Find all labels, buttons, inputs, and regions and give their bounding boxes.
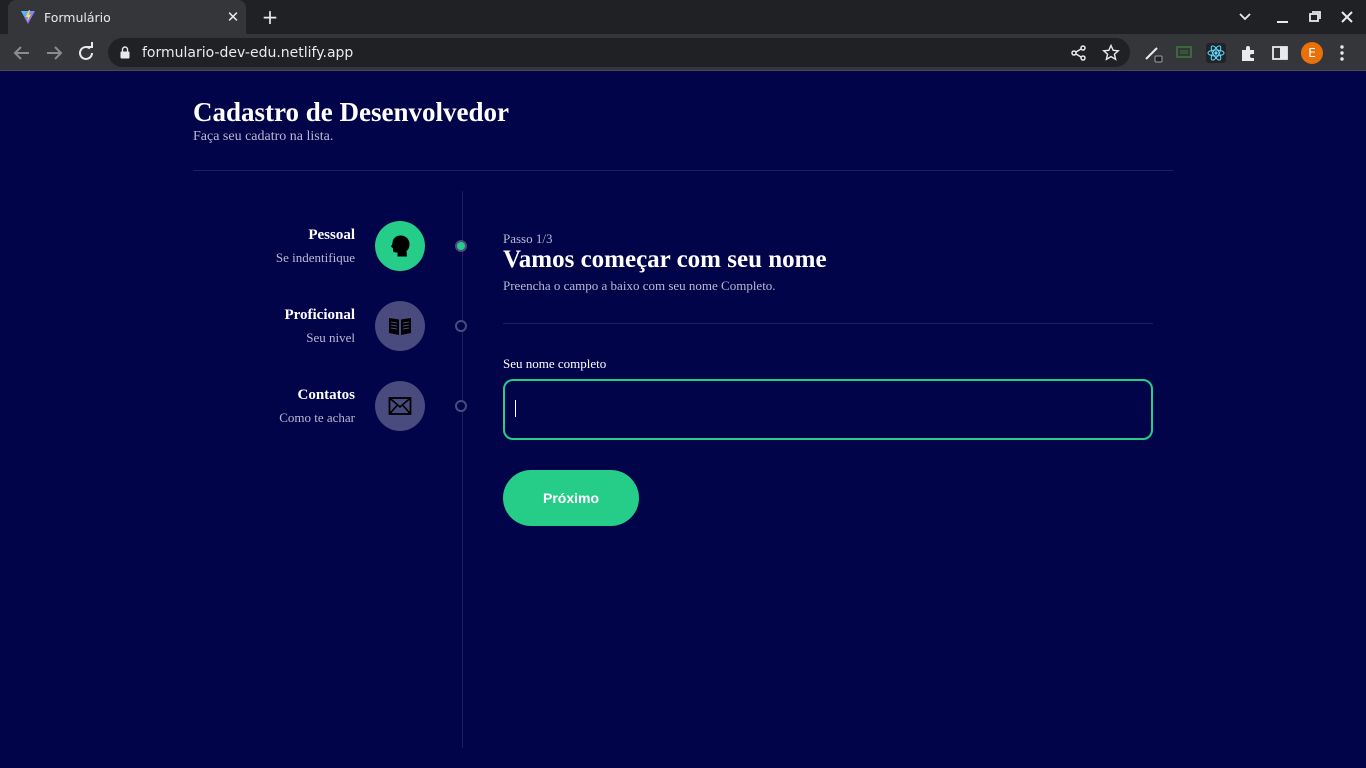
new-tab-icon[interactable]: + <box>258 6 282 28</box>
vite-favicon-icon <box>21 10 35 24</box>
form-title: Vamos começar com seu nome <box>503 246 827 273</box>
step-proficional[interactable]: Proficional Seu nivel <box>200 301 470 351</box>
tab-search-icon[interactable] <box>1234 7 1256 27</box>
steps-timeline-line <box>462 191 463 748</box>
pen-extension-icon[interactable] <box>1143 43 1163 63</box>
close-window-icon[interactable] <box>1336 7 1358 27</box>
step-indicator-dot <box>455 240 467 252</box>
menu-icon[interactable] <box>1336 43 1348 63</box>
step-counter: Passo 1/3 <box>503 231 553 246</box>
step-title: Contatos <box>297 387 355 403</box>
restore-icon[interactable] <box>1304 7 1326 27</box>
tab-title: Formulário <box>44 10 111 25</box>
step-subtitle: Seu nivel <box>306 330 355 345</box>
browser-tab[interactable]: Formulário ✕ <box>8 0 246 34</box>
form-divider <box>503 323 1153 324</box>
side-panel-icon[interactable] <box>1270 43 1290 63</box>
head-silhouette-icon <box>391 235 410 257</box>
step-title: Pessoal <box>308 227 355 243</box>
browser-tab-strip: Formulário ✕ + <box>0 0 1366 34</box>
envelope-icon <box>388 397 412 415</box>
minimize-icon[interactable] <box>1272 7 1294 27</box>
tab-close-icon[interactable]: ✕ <box>224 8 242 26</box>
extensions-icon[interactable] <box>1238 43 1258 63</box>
step-subtitle: Como te achar <box>279 410 355 425</box>
step-indicator-dot <box>455 320 467 332</box>
forward-icon[interactable] <box>41 40 67 66</box>
back-icon[interactable] <box>9 40 35 66</box>
step-title: Proficional <box>284 307 355 323</box>
step-icon-circle <box>375 301 425 351</box>
text-caret <box>515 400 516 417</box>
step-pessoal[interactable]: Pessoal Se indentifique <box>200 221 470 271</box>
form-description: Preencha o campo a baixo com seu nome Co… <box>503 278 776 293</box>
step-subtitle: Se indentifique <box>275 250 355 265</box>
full-name-input[interactable] <box>503 379 1153 440</box>
page-title: Cadastro de Desenvolvedor <box>193 97 509 127</box>
step-indicator-dot <box>455 400 467 412</box>
header-divider <box>193 170 1173 171</box>
browser-toolbar: formulario-dev-edu.netlify.app E <box>0 34 1366 71</box>
full-name-label: Seu nome completo <box>503 356 607 371</box>
open-book-icon <box>389 318 411 335</box>
next-button[interactable]: Próximo <box>503 470 639 526</box>
page-subtitle: Faça seu cadatro na lista. <box>193 129 334 144</box>
profile-avatar[interactable]: E <box>1301 42 1323 64</box>
step-icon-circle <box>375 221 425 271</box>
step-icon-circle <box>375 381 425 431</box>
lock-icon[interactable] <box>120 46 130 59</box>
share-icon[interactable] <box>1070 44 1088 62</box>
reload-icon[interactable] <box>73 40 99 66</box>
screen-extension-icon[interactable] <box>1174 43 1194 63</box>
url-text[interactable]: formulario-dev-edu.netlify.app <box>142 45 353 61</box>
step-contatos[interactable]: Contatos Como te achar <box>200 381 470 431</box>
bookmark-star-icon[interactable] <box>1102 44 1120 62</box>
address-bar[interactable]: formulario-dev-edu.netlify.app <box>108 38 1130 67</box>
react-devtools-icon[interactable] <box>1206 43 1226 63</box>
